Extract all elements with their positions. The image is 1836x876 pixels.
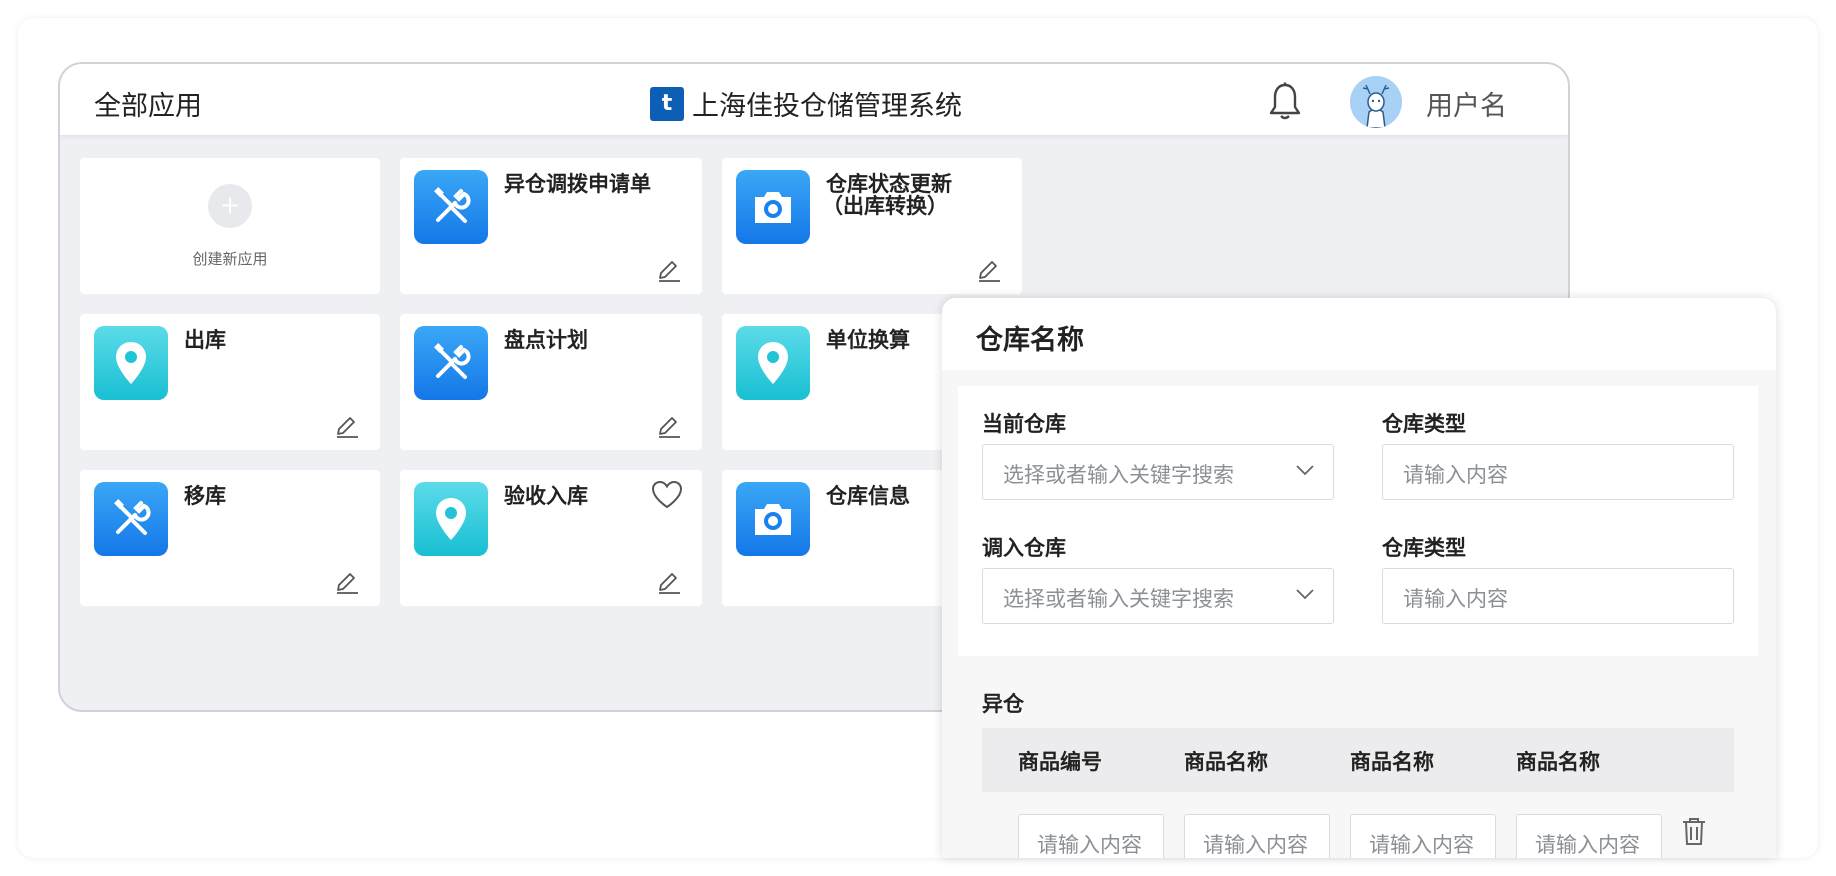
app-card[interactable]: 异仓调拨申请单 (400, 158, 702, 294)
current-warehouse-select[interactable]: 选择或者输入关键字搜索 (982, 444, 1334, 500)
edit-icon[interactable] (334, 568, 360, 594)
current-warehouse-label: 当前仓库 (982, 412, 1066, 436)
table-cell-input[interactable]: 请输入内容 (1018, 814, 1164, 858)
warehouse-form-panel: 仓库名称 当前仓库 选择或者输入关键字搜索 仓库类型 请输入内容 调入仓库 选择… (942, 298, 1776, 858)
all-apps-title[interactable]: 全部应用 (94, 84, 202, 123)
trash-icon[interactable] (1680, 816, 1708, 846)
app-card[interactable]: 验收入库 (400, 470, 702, 606)
warehouse-type-placeholder: 请输入内容 (1403, 587, 1508, 611)
edit-icon[interactable] (976, 256, 1002, 282)
edit-icon[interactable] (334, 412, 360, 438)
chevron-down-icon (1296, 589, 1314, 600)
brand: t 上海佳投仓储管理系统 (650, 84, 962, 123)
warehouse-type-placeholder: 请输入内容 (1403, 463, 1508, 487)
warehouse-type-input[interactable]: 请输入内容 (1382, 568, 1734, 624)
brand-logo-icon: t (650, 86, 684, 121)
location-pin-icon (414, 482, 488, 556)
tools-icon (414, 326, 488, 400)
app-name: 验收入库 (504, 484, 588, 508)
create-app-card[interactable]: + 创建新应用 (80, 158, 380, 294)
app-name: 仓库信息 (826, 484, 910, 508)
app-name: 出库 (184, 328, 226, 352)
panel-title: 仓库名称 (976, 325, 1084, 356)
avatar[interactable] (1350, 76, 1402, 128)
panel-header: 仓库名称 (942, 298, 1776, 370)
table-header: 商品编号 商品名称 商品名称 商品名称 (982, 728, 1734, 792)
tools-icon (94, 482, 168, 556)
app-name: 移库 (184, 484, 226, 508)
inbound-warehouse-placeholder: 选择或者输入关键字搜索 (1003, 587, 1234, 611)
camera-icon (736, 482, 810, 556)
camera-icon (736, 170, 810, 244)
warehouse-type-label: 仓库类型 (1382, 536, 1466, 560)
bell-icon[interactable] (1268, 82, 1302, 122)
create-app-label: 创建新应用 (192, 250, 268, 268)
app-card[interactable]: 盘点计划 (400, 314, 702, 450)
app-name: 仓库状态更新 (826, 172, 952, 196)
username[interactable]: 用户名 (1426, 84, 1507, 123)
inbound-warehouse-select[interactable]: 选择或者输入关键字搜索 (982, 568, 1334, 624)
plus-icon: + (208, 184, 252, 228)
location-pin-icon (94, 326, 168, 400)
app-name: 异仓调拨申请单 (504, 172, 651, 196)
section-label: 异仓 (982, 692, 1024, 716)
table-cell-input[interactable]: 请输入内容 (1350, 814, 1496, 858)
edit-icon[interactable] (656, 568, 682, 594)
app-card[interactable]: 出库 (80, 314, 380, 450)
column-header: 商品名称 (1516, 750, 1600, 774)
top-bar: 全部应用 t 上海佳投仓储管理系统 用户名 (60, 64, 1568, 136)
edit-icon[interactable] (656, 412, 682, 438)
app-name-sub: （出库转换） (822, 194, 948, 218)
heart-icon[interactable] (650, 480, 684, 510)
current-warehouse-placeholder: 选择或者输入关键字搜索 (1003, 463, 1234, 487)
app-card[interactable]: 移库 (80, 470, 380, 606)
tools-icon (414, 170, 488, 244)
column-header: 商品编号 (1018, 750, 1102, 774)
edit-icon[interactable] (656, 256, 682, 282)
column-header: 商品名称 (1184, 750, 1268, 774)
app-card[interactable]: 仓库状态更新 （出库转换） (722, 158, 1022, 294)
table-cell-input[interactable]: 请输入内容 (1516, 814, 1662, 858)
brand-title: 上海佳投仓储管理系统 (692, 91, 962, 122)
chevron-down-icon (1296, 465, 1314, 476)
location-pin-icon (736, 326, 810, 400)
warehouse-type-label: 仓库类型 (1382, 412, 1466, 436)
form-box: 当前仓库 选择或者输入关键字搜索 仓库类型 请输入内容 调入仓库 选择或者输入关… (958, 386, 1758, 656)
app-name: 单位换算 (826, 328, 910, 352)
app-name: 盘点计划 (504, 328, 588, 352)
warehouse-type-input[interactable]: 请输入内容 (1382, 444, 1734, 500)
inbound-warehouse-label: 调入仓库 (982, 536, 1066, 560)
column-header: 商品名称 (1350, 750, 1434, 774)
table-cell-input[interactable]: 请输入内容 (1184, 814, 1330, 858)
